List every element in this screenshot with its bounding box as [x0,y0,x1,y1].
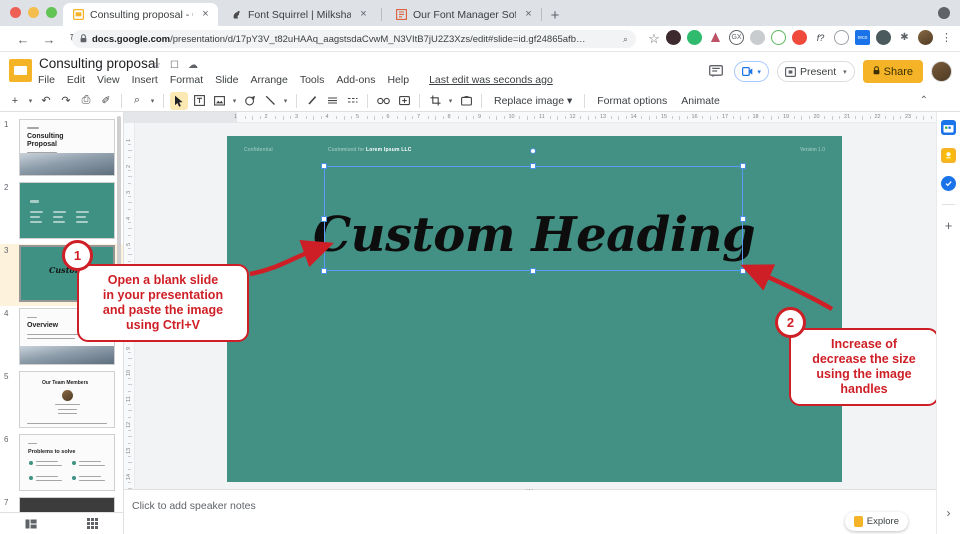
explore-label: Explore [866,516,899,527]
arrow-callout-1 [249,240,334,277]
keep-icon[interactable] [941,148,956,163]
calendar-icon[interactable] [941,120,956,135]
explore-button[interactable]: Explore [844,512,908,531]
add-addon-button[interactable]: + [945,218,953,233]
callout-1-line-4: using Ctrl+V [126,318,200,332]
google-slides-window: Consulting proposal - Google × Font Squi… [0,0,960,534]
expand-panel-icon[interactable]: › [947,506,951,520]
notes-resize-grip[interactable]: ⋯ [526,485,535,494]
callout-badge-2: 2 [775,307,806,338]
callout-2-line-3: using the image [816,367,912,381]
side-panel-rail: + › [936,112,960,534]
rail-divider [942,204,955,205]
speaker-notes-placeholder[interactable]: Click to add speaker notes [132,500,256,512]
callout-2-line-2: decrease the size [812,352,916,366]
callout-1-line-3: and paste the image [102,303,224,317]
explore-icon [853,516,863,527]
callout-2-line-4: handles [840,382,888,396]
callout-1-line-1: Open a blank slide [107,273,219,287]
tasks-icon[interactable] [941,176,956,191]
speaker-notes-panel[interactable]: ⋯ Click to add speaker notes Explore [124,485,936,534]
callout-badge-1: 1 [62,240,93,271]
callout-box-1: Open a blank slide in your presentation … [77,264,249,342]
callout-box-2: Increase of decrease the size using the … [789,328,939,406]
callout-2-line-1: Increase of [830,337,897,351]
arrow-callout-2 [740,264,834,311]
callout-1-line-2: in your presentation [102,288,224,302]
